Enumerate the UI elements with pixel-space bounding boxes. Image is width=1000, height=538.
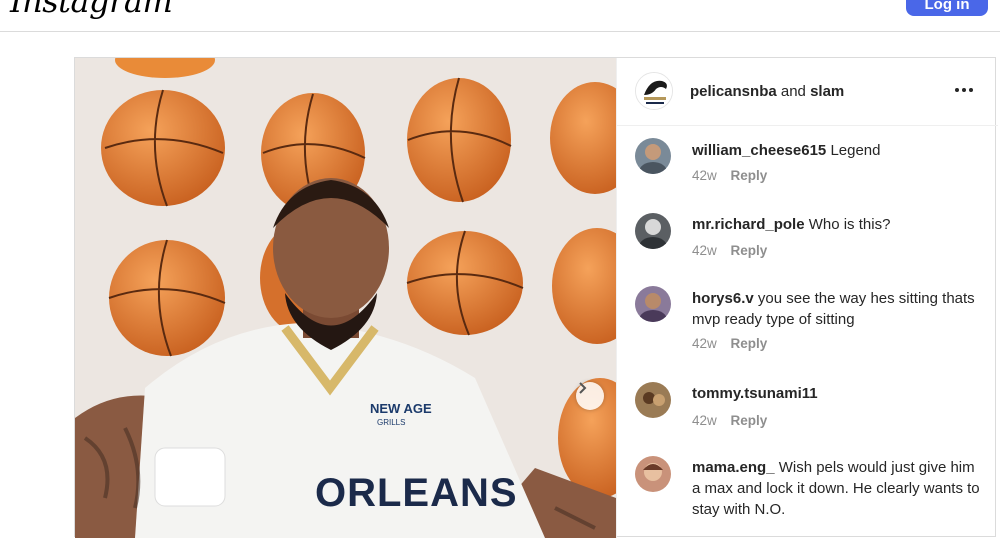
commenter-avatar[interactable] bbox=[635, 456, 671, 492]
avatar-image-icon bbox=[635, 138, 671, 174]
comment-text: horys6.v you see the way hes sitting tha… bbox=[692, 288, 982, 330]
avatar-image-icon bbox=[635, 286, 671, 322]
author-avatar[interactable] bbox=[635, 72, 673, 110]
sponsor-logo-line2: GRILLS bbox=[377, 418, 405, 427]
ball-mid-center bbox=[406, 230, 524, 336]
more-options-icon[interactable] bbox=[952, 78, 976, 102]
post-photo[interactable]: NEW AGE GRILLS ORLEANS bbox=[75, 58, 616, 538]
top-bar: Instagram Log in bbox=[0, 0, 1000, 32]
comment-text: william_cheese615 Legend bbox=[692, 140, 982, 161]
sponsor-logo-line1: NEW AGE bbox=[370, 401, 432, 416]
author-link-pelicansnba[interactable]: pelicansnba bbox=[690, 83, 777, 100]
comment-meta: 42w Reply bbox=[692, 413, 767, 428]
authors-joiner: and bbox=[780, 83, 806, 100]
reply-button[interactable]: Reply bbox=[731, 243, 768, 258]
reply-button[interactable]: Reply bbox=[731, 168, 768, 183]
ball-top-left bbox=[101, 89, 225, 207]
commenter-avatar[interactable] bbox=[635, 213, 671, 249]
ball-mid-left bbox=[108, 239, 226, 357]
comment-text: mama.eng_ Wish pels would just give him … bbox=[692, 457, 982, 520]
reply-button[interactable]: Reply bbox=[731, 413, 768, 428]
avatar-image-icon bbox=[635, 456, 671, 492]
comment-age: 42w bbox=[692, 336, 717, 351]
ball-top-right bbox=[407, 77, 512, 203]
comment-text: tommy.tsunami11 bbox=[692, 383, 982, 404]
comment-meta: 42w Reply bbox=[692, 243, 767, 258]
pelicans-logo-icon bbox=[636, 73, 672, 109]
comment-age: 42w bbox=[692, 413, 717, 428]
commenter-avatar[interactable] bbox=[635, 286, 671, 322]
comment-age: 42w bbox=[692, 168, 717, 183]
post-sidebar: pelicansnba and slam william_cheese615 L… bbox=[616, 58, 998, 538]
jersey-lettering: ORLEANS bbox=[315, 471, 518, 515]
comment-username[interactable]: william_cheese615 bbox=[692, 142, 826, 159]
post-header: pelicansnba and slam bbox=[617, 58, 998, 126]
comment-meta: 42w Reply bbox=[692, 336, 767, 351]
comment-username[interactable]: mr.richard_pole bbox=[692, 216, 805, 233]
login-button[interactable]: Log in bbox=[906, 0, 988, 16]
commenter-avatar[interactable] bbox=[635, 138, 671, 174]
comment-meta: 42w Reply bbox=[692, 168, 767, 183]
post-authors: pelicansnba and slam bbox=[690, 83, 844, 100]
commenter-avatar[interactable] bbox=[635, 382, 671, 418]
comment-message: Who is this? bbox=[808, 216, 891, 233]
next-photo-button[interactable] bbox=[576, 382, 604, 410]
post-card: NEW AGE GRILLS ORLEANS pelicansnba and s… bbox=[74, 57, 998, 538]
comment-username[interactable]: tommy.tsunami11 bbox=[692, 385, 818, 402]
comment-message: Legend bbox=[830, 142, 881, 159]
avatar-image-icon bbox=[635, 213, 671, 249]
photo-illustration: NEW AGE GRILLS ORLEANS bbox=[75, 58, 616, 538]
avatar-image-icon bbox=[635, 382, 671, 418]
comment-username[interactable]: horys6.v bbox=[692, 290, 754, 307]
chevron-right-icon bbox=[579, 382, 587, 394]
reply-button[interactable]: Reply bbox=[731, 336, 768, 351]
instagram-logo[interactable]: Instagram bbox=[10, 0, 173, 20]
comment-username[interactable]: mama.eng_ bbox=[692, 459, 775, 476]
author-link-slam[interactable]: slam bbox=[810, 83, 844, 100]
comment-age: 42w bbox=[692, 243, 717, 258]
comment-text: mr.richard_pole Who is this? bbox=[692, 214, 982, 235]
